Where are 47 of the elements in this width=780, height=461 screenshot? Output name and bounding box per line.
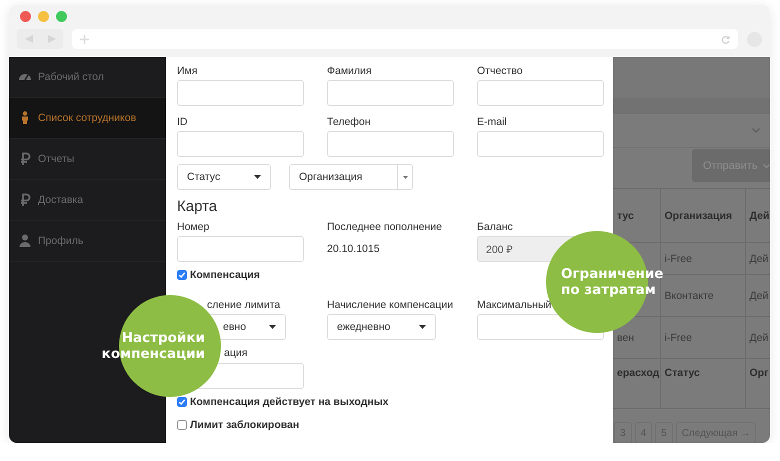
field-label: Начисление компенсации	[327, 298, 454, 312]
checkbox-row[interactable]: Компенсация действует на выходных	[177, 395, 613, 409]
table-cell: i-Free	[660, 316, 745, 358]
column-header: Дей	[745, 188, 770, 242]
chevron-down-icon	[762, 164, 770, 168]
plus-icon	[80, 34, 89, 44]
section-heading: Карта	[177, 198, 218, 216]
input-field[interactable]	[327, 131, 454, 157]
caret-icon	[269, 325, 276, 329]
minimize-icon	[38, 11, 49, 22]
refresh-icon	[721, 34, 730, 44]
input-field[interactable]	[477, 80, 604, 106]
close-icon	[20, 11, 31, 22]
field-label: Телефон	[327, 115, 372, 129]
checkbox[interactable]	[177, 397, 187, 407]
input-field[interactable]	[477, 131, 604, 157]
input-field[interactable]	[177, 131, 304, 157]
column-header: Организация	[660, 188, 745, 242]
checkbox-row[interactable]: Лимит заблокирован	[177, 418, 613, 432]
caret-icon	[254, 175, 261, 179]
checkbox[interactable]	[177, 270, 187, 280]
ruble-icon	[18, 193, 32, 207]
field-label: сление лимита	[206, 298, 282, 312]
field-label: Последнее пополнение	[327, 220, 443, 234]
field-label: ID	[177, 115, 188, 129]
field-label: Фамилия	[327, 64, 373, 78]
sidebar-item[interactable]: Список сотрудников	[9, 98, 166, 139]
input-field[interactable]	[327, 80, 454, 106]
field-label: Отчество	[477, 64, 524, 78]
maximize-icon	[56, 11, 67, 22]
chevron-down-icon	[752, 128, 760, 133]
ruble-icon	[18, 152, 32, 166]
status-select[interactable]: Статус	[177, 164, 271, 190]
caret-icon	[419, 325, 426, 329]
field-label: Номер	[177, 220, 210, 234]
field-label: Баланс	[477, 220, 514, 234]
field-label: Максимальный	[477, 298, 552, 312]
input-field[interactable]	[177, 236, 304, 262]
field-label: Имя	[177, 64, 198, 78]
field-value: 20.10.1015	[327, 243, 380, 255]
column-header: Статус	[660, 358, 745, 408]
select-field[interactable]: ежедневно	[327, 314, 436, 340]
person-icon	[18, 234, 32, 248]
field-label: E-mail	[477, 115, 508, 129]
column-header: ерасход	[613, 358, 660, 408]
input-field[interactable]	[177, 80, 304, 106]
checkbox[interactable]	[177, 420, 187, 430]
